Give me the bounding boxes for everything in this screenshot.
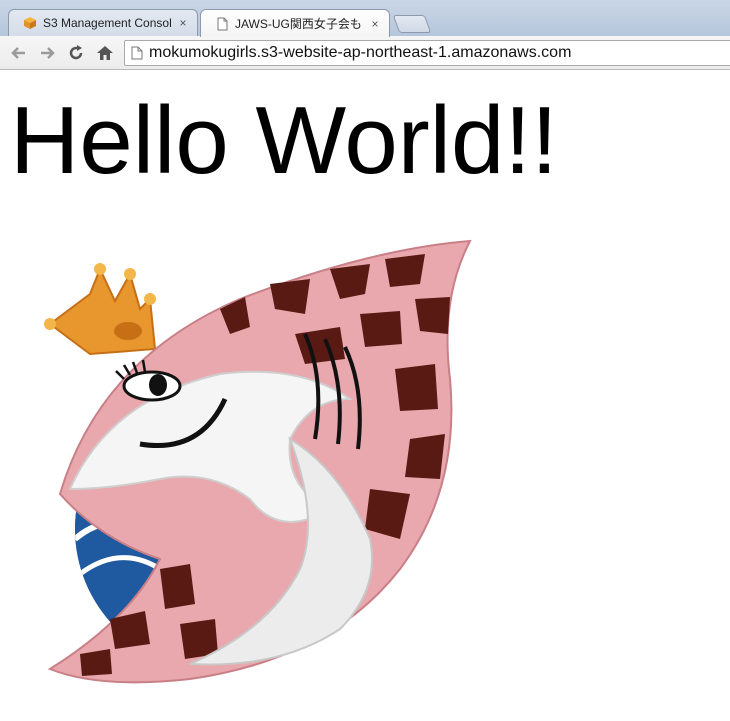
browser-titlebar: S3 Management Consol × JAWS-UG関西女子会も ×	[0, 0, 730, 37]
page-heading: Hello World!!	[10, 87, 558, 194]
tab-label: S3 Management Consol	[43, 16, 172, 30]
page-content: Hello World!!	[0, 71, 730, 721]
close-tab-icon[interactable]: ×	[175, 16, 191, 30]
reload-button[interactable]	[65, 42, 87, 64]
back-arrow-icon	[11, 47, 25, 59]
new-tab-button[interactable]	[392, 15, 432, 33]
crown-icon	[44, 263, 157, 356]
tab-label: JAWS-UG関西女子会も	[235, 17, 362, 31]
address-url[interactable]: mokumokugirls.s3-website-ap-northeast-1.…	[149, 44, 571, 62]
page-icon	[131, 46, 143, 60]
address-bar[interactable]: mokumokugirls.s3-website-ap-northeast-1.…	[124, 40, 730, 66]
home-button[interactable]	[94, 42, 116, 64]
forward-button[interactable]	[36, 42, 58, 64]
aws-cube-icon	[24, 17, 36, 29]
tab-jaws-ug[interactable]: JAWS-UG関西女子会も ×	[200, 9, 390, 37]
shark-mascot-image	[44, 239, 472, 684]
browser-toolbar: mokumokugirls.s3-website-ap-northeast-1.…	[0, 36, 730, 70]
close-tab-icon[interactable]: ×	[367, 17, 383, 31]
reload-icon	[69, 45, 83, 60]
page-icon	[217, 17, 228, 30]
forward-arrow-icon	[41, 47, 55, 59]
back-button[interactable]	[8, 42, 30, 64]
tab-s3-management-console[interactable]: S3 Management Consol ×	[8, 9, 198, 36]
home-icon	[97, 46, 113, 60]
